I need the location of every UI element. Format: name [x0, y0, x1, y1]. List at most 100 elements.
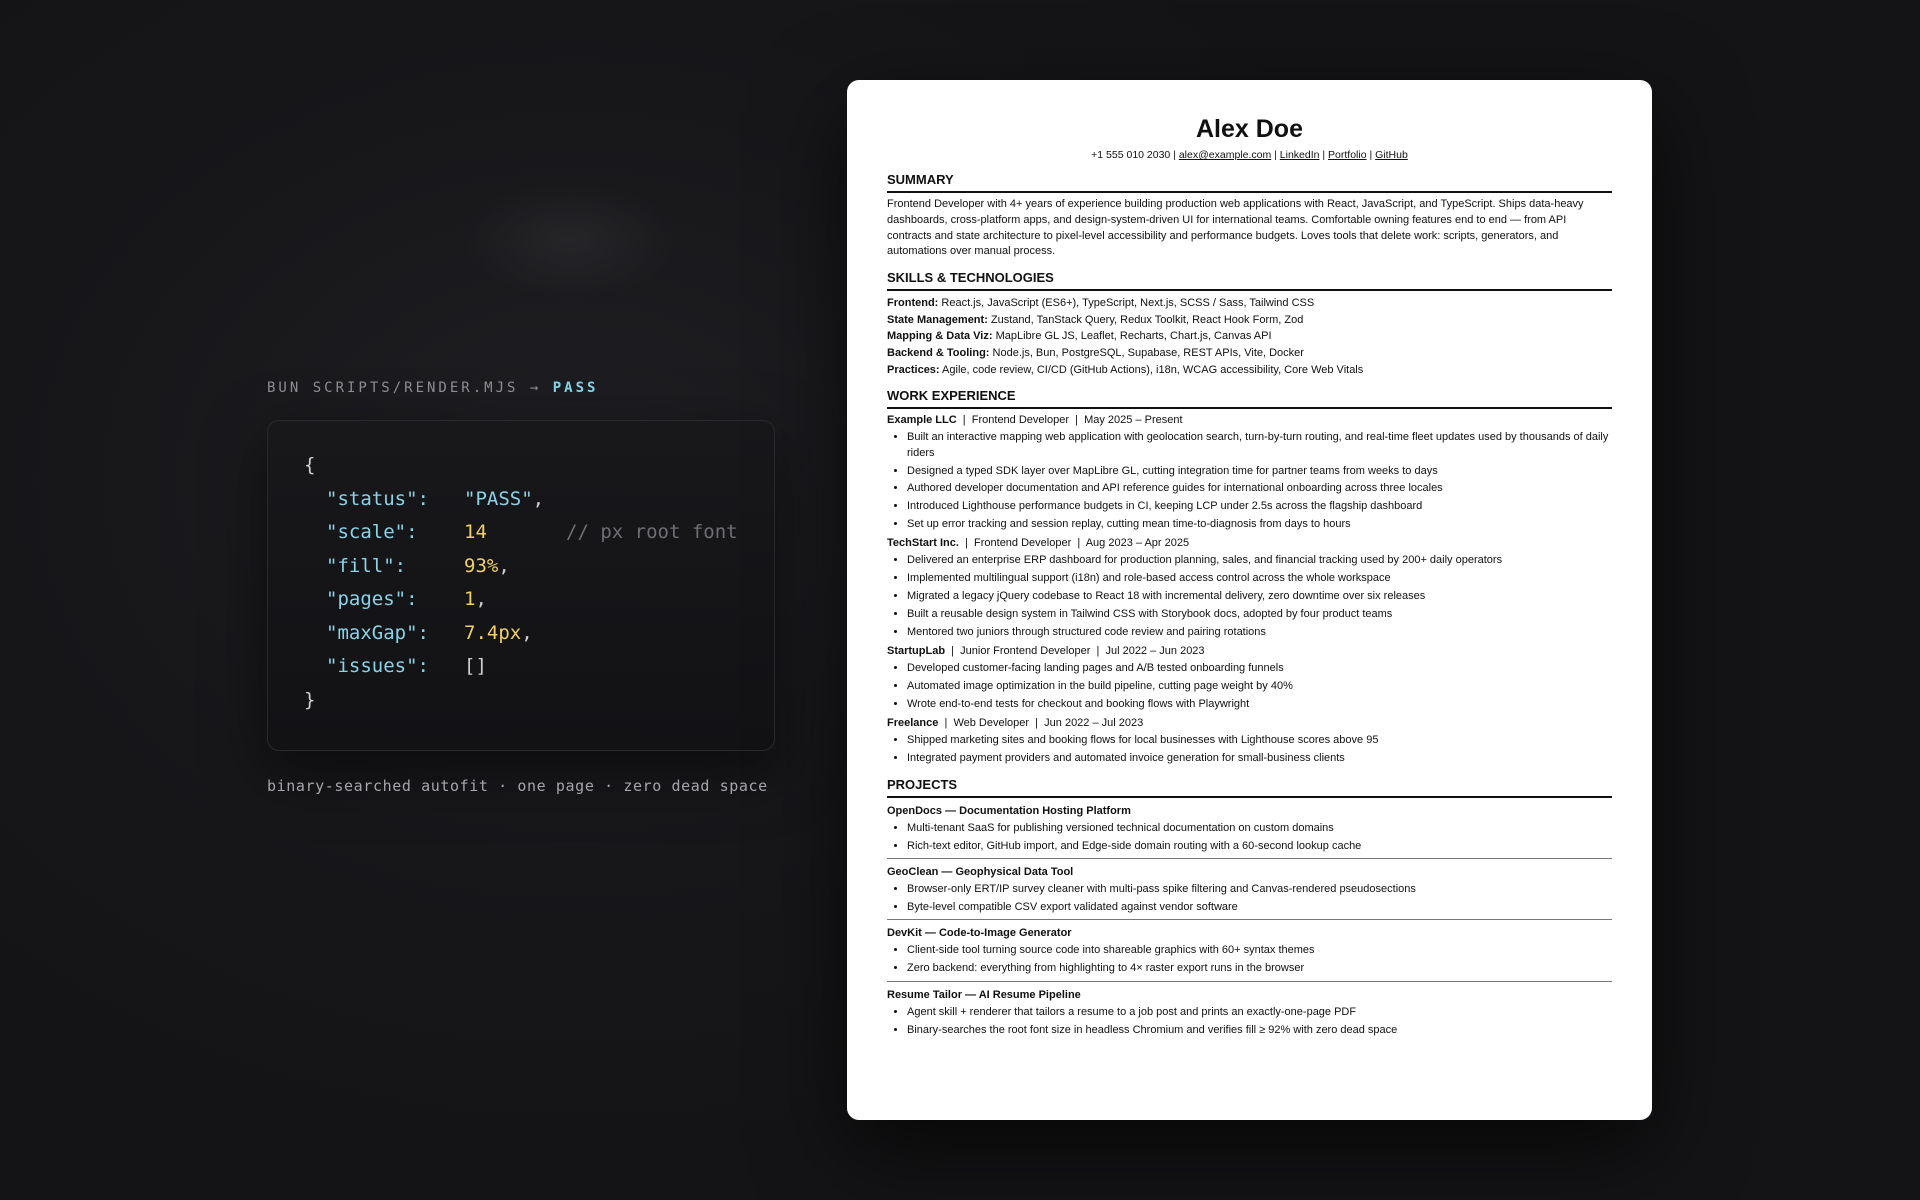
pages-key: "pages": — [326, 588, 418, 610]
job-bullet: Integrated payment providers and automat… — [907, 751, 1612, 767]
project-bullet: Rich-text editor, GitHub import, and Edg… — [907, 839, 1612, 855]
status-key: "status": — [326, 487, 429, 510]
linkedin-link[interactable]: LinkedIn — [1280, 149, 1320, 161]
close-brace: } — [304, 688, 316, 711]
skill-row: Mapping & Data Viz: MapLibre GL JS, Leaf… — [887, 328, 1612, 345]
project-divider — [887, 980, 1612, 982]
project-divider — [887, 858, 1612, 860]
code-line: "issues": [] — [304, 650, 738, 684]
contact-line: +1 555 010 2030 | alex@example.com | Lin… — [1091, 149, 1408, 161]
skills-list: Frontend: React.js, JavaScript (ES6+), T… — [887, 295, 1612, 378]
skill-label: Backend & Tooling: — [887, 346, 990, 359]
job-bullet: Built an interactive mapping web applica… — [907, 430, 1612, 461]
skill-label: Practices: — [887, 363, 940, 376]
command-line: BUN SCRIPTS/RENDER.MJS → PASS — [267, 380, 775, 396]
job-header: StartupLab | Junior Frontend Developer |… — [887, 644, 1612, 659]
project-bullet: Browser-only ERT/IP survey cleaner with … — [907, 882, 1612, 898]
job-details: | Web Developer | Jun 2022 – Jul 2023 — [938, 717, 1144, 730]
code-line: { — [304, 449, 738, 483]
projects-list: OpenDocs — Documentation Hosting Platfor… — [887, 804, 1612, 1039]
code-line: "maxGap": 7.4px, — [304, 617, 738, 651]
status-value: "PASS" — [464, 487, 533, 510]
job-bullet: Developed customer-facing landing pages … — [907, 661, 1612, 677]
section-heading-skills: SKILLS & TECHNOLOGIES — [887, 270, 1612, 292]
issues-value: [] — [464, 655, 487, 677]
job-bullet: Delivered an enterprise ERP dashboard fo… — [907, 553, 1612, 569]
phone: +1 555 010 2030 — [1091, 149, 1171, 161]
project-bullet: Zero backend: everything from highlighti… — [907, 961, 1612, 977]
job-bullet: Authored developer documentation and API… — [907, 481, 1612, 497]
skill-value: Zustand, TanStack Query, Redux Toolkit, … — [987, 313, 1304, 326]
skill-row: Backend & Tooling: Node.js, Bun, Postgre… — [887, 345, 1612, 362]
skill-label: Frontend: — [887, 297, 939, 310]
job-bullet: Migrated a legacy jQuery codebase to Rea… — [907, 589, 1612, 605]
command-text: BUN SCRIPTS/RENDER.MJS → — [267, 380, 542, 396]
pages-value: 1 — [464, 588, 476, 610]
job-bullet: Introduced Lighthouse performance budget… — [907, 499, 1612, 515]
project-bullet: Multi-tenant SaaS for publishing version… — [907, 821, 1612, 837]
project-bullet: Binary-searches the root font size in he… — [907, 1023, 1612, 1039]
job-company: Freelance — [887, 717, 939, 730]
code-line: "status": "PASS", — [304, 483, 738, 517]
job-bullet: Set up error tracking and session replay… — [907, 517, 1612, 533]
skill-label: State Management: — [887, 313, 988, 326]
code-line: "fill": 93%, — [304, 550, 738, 584]
project-divider — [887, 919, 1612, 921]
project-bullets: Client-side tool turning source code int… — [887, 943, 1612, 976]
job-bullet: Wrote end-to-end tests for checkout and … — [907, 697, 1612, 713]
summary-text: Frontend Developer with 4+ years of expe… — [887, 198, 1584, 258]
command-result: PASS — [552, 380, 599, 396]
skill-row: Frontend: React.js, JavaScript (ES6+), T… — [887, 295, 1612, 312]
issues-key: "issues": — [326, 655, 429, 677]
job-header: TechStart Inc. | Frontend Developer | Au… — [887, 536, 1612, 551]
job-header: Example LLC | Frontend Developer | May 2… — [887, 413, 1612, 428]
work-experience-list: Example LLC | Frontend Developer | May 2… — [887, 413, 1612, 767]
project-bullet: Client-side tool turning source code int… — [907, 943, 1612, 959]
job-bullets: Developed customer-facing landing pages … — [887, 661, 1612, 712]
project-bullet: Agent skill + renderer that tailors a re… — [907, 1005, 1612, 1021]
job-bullet: Implemented multilingual support (i18n) … — [907, 571, 1612, 587]
job-bullet: Built a reusable design system in Tailwi… — [907, 607, 1612, 623]
github-link[interactable]: GitHub — [1375, 149, 1408, 161]
skill-value: Agile, code review, CI/CD (GitHub Action… — [939, 363, 1364, 376]
job-details: | Frontend Developer | May 2025 – Presen… — [956, 414, 1183, 427]
skill-value: React.js, JavaScript (ES6+), TypeScript,… — [938, 297, 1315, 310]
fill-key: "fill": — [326, 554, 407, 577]
skill-row: State Management: Zustand, TanStack Quer… — [887, 312, 1612, 329]
project-bullets: Multi-tenant SaaS for publishing version… — [887, 821, 1612, 854]
scale-key: "scale": — [326, 521, 418, 543]
maxgap-value: 7.4px — [464, 621, 522, 644]
skill-value: MapLibre GL JS, Leaflet, Recharts, Chart… — [992, 330, 1272, 343]
terminal-panel: BUN SCRIPTS/RENDER.MJS → PASS { "status"… — [267, 380, 775, 795]
caption: binary-searched autofit · one page · zer… — [267, 777, 768, 795]
project-bullets: Agent skill + renderer that tailors a re… — [887, 1005, 1612, 1038]
project-title: Resume Tailor — AI Resume Pipeline — [887, 988, 1081, 1001]
portfolio-link[interactable]: Portfolio — [1328, 149, 1367, 161]
scale-value: 14 — [464, 521, 487, 543]
job-company: StartupLab — [887, 645, 946, 658]
job-bullets: Built an interactive mapping web applica… — [887, 430, 1612, 532]
fill-value: 93% — [464, 554, 499, 577]
email-link[interactable]: alex@example.com — [1179, 149, 1271, 161]
project-title: GeoClean — Geophysical Data Tool — [887, 866, 1074, 879]
job-header: Freelance | Web Developer | Jun 2022 – J… — [887, 716, 1612, 731]
job-bullet: Mentored two juniors through structured … — [907, 625, 1612, 641]
project-bullets: Browser-only ERT/IP survey cleaner with … — [887, 882, 1612, 915]
project-title: OpenDocs — Documentation Hosting Platfor… — [887, 804, 1131, 817]
job-bullet: Automated image optimization in the buil… — [907, 679, 1612, 695]
maxgap-key: "maxGap": — [326, 621, 429, 644]
code-line: "pages": 1, — [304, 583, 738, 617]
resume-name: Alex Doe — [1196, 115, 1303, 143]
job-bullet: Shipped marketing sites and booking flow… — [907, 733, 1612, 749]
project-title: DevKit — Code-to-Image Generator — [887, 927, 1072, 940]
skill-value: Node.js, Bun, PostgreSQL, Supabase, REST… — [989, 346, 1304, 359]
job-details: | Junior Frontend Developer | Jul 2022 –… — [945, 645, 1205, 658]
resume-page: Alex Doe +1 555 010 2030 | alex@example.… — [847, 80, 1652, 1120]
job-company: TechStart Inc. — [887, 537, 959, 550]
background-glow — [460, 180, 680, 300]
skill-label: Mapping & Data Viz: — [887, 330, 993, 343]
open-brace: { — [304, 454, 316, 476]
job-bullets: Shipped marketing sites and booking flow… — [887, 733, 1612, 766]
code-line: } — [304, 684, 738, 718]
project-bullet: Byte-level compatible CSV export validat… — [907, 900, 1612, 916]
